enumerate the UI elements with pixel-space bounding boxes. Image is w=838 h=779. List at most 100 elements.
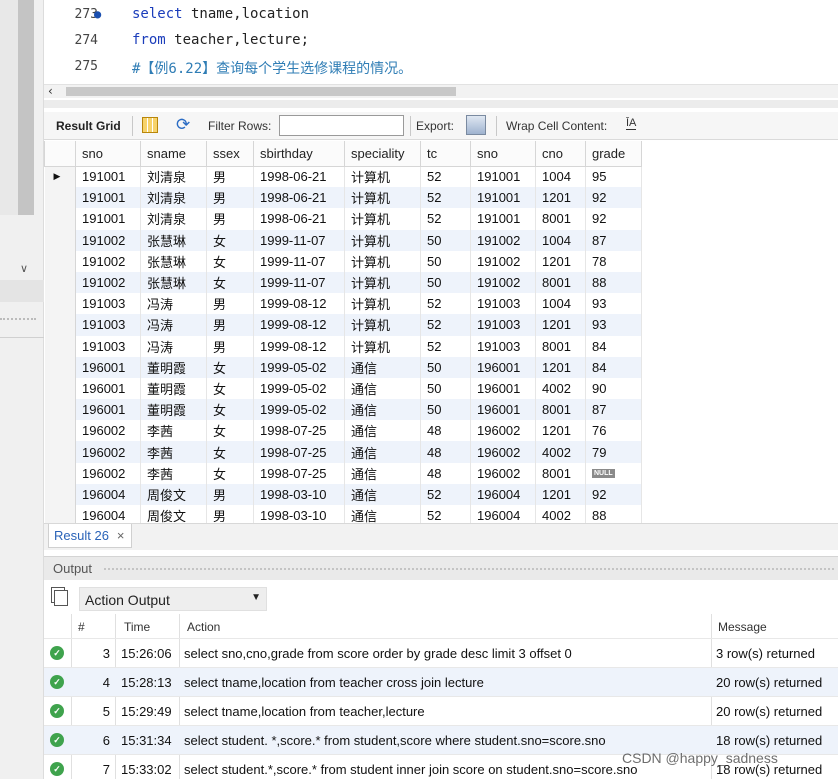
table-cell[interactable]: 196001 [75, 377, 141, 400]
row-selector[interactable]: ▶ [44, 166, 76, 188]
table-cell[interactable]: 1998-06-21 [253, 208, 345, 230]
table-cell[interactable]: 84 [585, 356, 642, 378]
table-row[interactable]: 191003 冯涛男 1999-08-12 计算机 52 191003 1004 93 [44, 293, 642, 315]
table-cell[interactable]: 李茜 [140, 420, 207, 442]
table-cell[interactable]: 191001 [75, 208, 141, 230]
table-cell[interactable]: 76 [585, 420, 642, 442]
table-cell[interactable]: 95 [585, 166, 642, 188]
table-cell[interactable]: 93 [585, 293, 642, 315]
column-header-time[interactable]: Time [124, 614, 150, 638]
table-cell[interactable]: NULL [585, 462, 642, 484]
action-row[interactable]: ✓ 3 15:26:06 select sno,cno,grade from scor… [44, 638, 838, 667]
table-cell[interactable]: 李茜 [140, 462, 207, 484]
table-cell[interactable]: 通信 [344, 441, 421, 463]
table-cell[interactable]: 50 [420, 399, 471, 421]
table-cell[interactable]: 计算机 [344, 187, 421, 209]
row-selector[interactable] [44, 293, 76, 315]
column-header-sname[interactable]: sname [140, 141, 207, 167]
table-cell[interactable]: 8001 [535, 208, 586, 230]
table-cell[interactable]: 48 [420, 462, 471, 484]
table-row[interactable]: 191002 张慧琳女 1999-11-07 计算机 50 191002 8001 88 [44, 271, 642, 294]
export-icon[interactable] [466, 115, 486, 135]
left-vertical-scrollbar[interactable] [0, 0, 34, 215]
table-cell[interactable]: 191002 [470, 229, 536, 251]
table-cell[interactable]: 计算机 [344, 271, 421, 294]
table-cell[interactable]: 1998-03-10 [253, 505, 345, 523]
table-cell[interactable]: 女 [206, 356, 254, 378]
table-cell[interactable]: 4002 [535, 505, 586, 523]
table-cell[interactable]: 196002 [75, 441, 141, 463]
table-cell[interactable]: 196002 [470, 462, 536, 484]
table-cell[interactable]: 196001 [75, 399, 141, 421]
sql-editor[interactable]: 273 ● select tname,location 274 from tea… [44, 0, 838, 84]
table-cell[interactable]: 1998-07-25 [253, 462, 345, 484]
code-text[interactable]: select tname,location [132, 6, 309, 22]
output-type-select[interactable]: Action Output ▼ [79, 587, 267, 611]
table-cell[interactable]: 196001 [470, 356, 536, 378]
table-cell[interactable]: 周俊文 [140, 483, 207, 505]
table-row[interactable]: 196002 李茜女 1998-07-25 通信 48 196002 1201 76 [44, 420, 642, 442]
table-cell[interactable]: 1999-08-12 [253, 293, 345, 315]
table-cell[interactable]: 191001 [75, 187, 141, 209]
column-header-num[interactable]: # [78, 614, 85, 638]
row-selector[interactable] [44, 420, 76, 442]
column-header-sno[interactable]: sno [75, 141, 141, 167]
table-cell[interactable]: 1998-07-25 [253, 420, 345, 442]
table-cell[interactable]: 1999-11-07 [253, 250, 345, 272]
code-text[interactable]: from teacher,lecture; [132, 32, 309, 48]
column-header-speciality[interactable]: speciality [344, 141, 421, 167]
code-line[interactable]: 274 from teacher,lecture; [44, 29, 838, 55]
table-cell[interactable]: 1999-05-02 [253, 377, 345, 400]
table-cell[interactable]: 50 [420, 271, 471, 294]
table-cell[interactable]: 52 [420, 505, 471, 523]
table-cell[interactable]: 191001 [75, 166, 141, 188]
table-cell[interactable]: 冯涛 [140, 293, 207, 315]
table-cell[interactable]: 52 [420, 208, 471, 230]
column-header-message[interactable]: Message [718, 614, 767, 638]
column-header-action[interactable]: Action [187, 614, 220, 638]
table-cell[interactable]: 196001 [470, 399, 536, 421]
row-selector[interactable] [44, 229, 76, 251]
table-cell[interactable]: 通信 [344, 356, 421, 378]
table-cell[interactable]: 191002 [75, 229, 141, 251]
table-cell[interactable]: 张慧琳 [140, 250, 207, 272]
result-grid-button[interactable]: Result Grid [56, 119, 121, 133]
table-cell[interactable]: 李茜 [140, 441, 207, 463]
table-cell[interactable]: 196001 [470, 377, 536, 400]
row-selector[interactable] [44, 250, 76, 272]
table-cell[interactable]: 196004 [470, 483, 536, 505]
table-cell[interactable]: 女 [206, 229, 254, 251]
table-cell[interactable]: 女 [206, 399, 254, 421]
table-cell[interactable]: 52 [420, 293, 471, 315]
action-row[interactable]: ✓ 4 15:28:13 select tname,location from tea… [44, 667, 838, 696]
table-cell[interactable]: 1201 [535, 356, 586, 378]
refresh-icon[interactable]: ⟳ [176, 115, 190, 135]
column-header-cno[interactable]: cno [535, 141, 586, 167]
code-line[interactable]: 275 #【例6.22】查询每个学生选修课程的情况。 [44, 55, 838, 81]
table-cell[interactable]: 191003 [470, 335, 536, 357]
table-cell[interactable]: 1999-05-02 [253, 399, 345, 421]
table-cell[interactable]: 8001 [535, 462, 586, 484]
table-row[interactable]: 196004 周俊文男 1998-03-10 通信 52 196004 1201 92 [44, 483, 642, 505]
table-cell[interactable]: 191003 [75, 335, 141, 357]
table-cell[interactable]: 1999-11-07 [253, 229, 345, 251]
row-selector[interactable] [44, 208, 76, 230]
table-cell[interactable]: 52 [420, 166, 471, 188]
row-selector[interactable] [44, 271, 76, 294]
table-cell[interactable]: 女 [206, 250, 254, 272]
table-row[interactable]: 196004 周俊文男 1998-03-10 通信 52 196004 4002 88 [44, 505, 642, 523]
table-cell[interactable]: 191003 [470, 314, 536, 336]
left-panel-splitter[interactable] [0, 280, 44, 302]
table-cell[interactable]: 男 [206, 293, 254, 315]
dropdown-arrow-icon[interactable]: ▼ [251, 592, 261, 603]
table-row[interactable]: 191001 刘清泉男 1998-06-21 计算机 52 191001 8001 92 [44, 208, 642, 230]
table-cell[interactable]: 女 [206, 441, 254, 463]
table-cell[interactable]: 计算机 [344, 229, 421, 251]
table-cell[interactable]: 刘清泉 [140, 187, 207, 209]
table-cell[interactable]: 1999-05-02 [253, 356, 345, 378]
table-row[interactable]: 191001 刘清泉男 1998-06-21 计算机 52 191001 1201 92 [44, 187, 642, 209]
table-cell[interactable]: 52 [420, 187, 471, 209]
table-cell[interactable]: 刘清泉 [140, 166, 207, 188]
table-cell[interactable]: 48 [420, 441, 471, 463]
table-cell[interactable]: 88 [585, 271, 642, 294]
